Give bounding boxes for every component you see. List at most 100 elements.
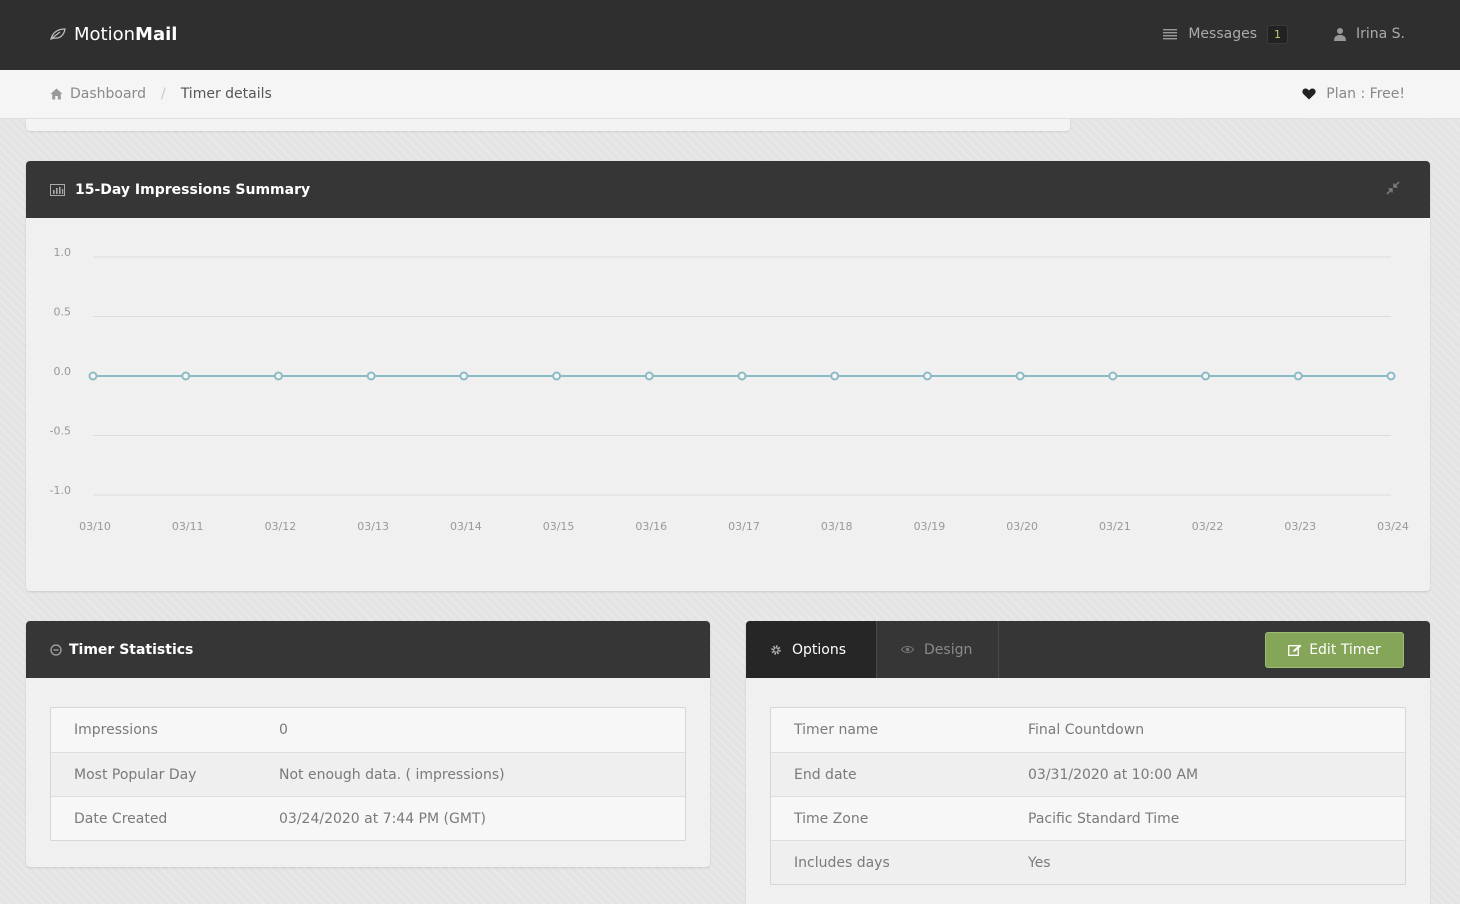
- collapsed-panel-edge: [26, 119, 1070, 131]
- breadcrumb: Dashboard / Timer details: [50, 86, 272, 102]
- messages-label: Messages: [1188, 26, 1257, 42]
- timer-options-panel: Options Design Edit Timer Timer name Fin…: [746, 621, 1430, 904]
- data-point[interactable]: [1293, 371, 1303, 381]
- edit-timer-label: Edit Timer: [1309, 642, 1381, 658]
- y-tick-label: 0.0: [54, 365, 72, 378]
- option-value: Pacific Standard Time: [1028, 810, 1180, 827]
- table-row: Timer name Final Countdown: [771, 708, 1405, 752]
- x-tick-label: 03/24: [1377, 520, 1409, 533]
- table-row: Includes days Yes: [771, 840, 1405, 884]
- data-point[interactable]: [459, 371, 469, 381]
- x-tick-label: 03/15: [543, 520, 575, 533]
- leaf-icon: [50, 28, 66, 40]
- data-point[interactable]: [88, 371, 98, 381]
- data-point[interactable]: [1201, 371, 1211, 381]
- x-tick-label: 03/11: [172, 520, 204, 533]
- option-value: Final Countdown: [1028, 722, 1145, 738]
- options-tabs: Options Design: [746, 621, 999, 678]
- data-point[interactable]: [181, 371, 191, 381]
- tab-design-label: Design: [924, 641, 973, 658]
- impressions-panel-header: 15-Day Impressions Summary: [26, 161, 1430, 218]
- option-label: Timer name: [794, 722, 879, 738]
- impressions-line-chart: 1.0 0.5 0.0 -0.5 -1.0 03/10 03/11 03/12 03/13 03/…: [50, 246, 1409, 533]
- stat-label: Impressions: [74, 722, 158, 738]
- tab-options-label: Options: [792, 641, 847, 658]
- messages-link[interactable]: Messages 1: [1162, 24, 1288, 44]
- y-tick-label: 1.0: [54, 246, 72, 259]
- timer-statistics-panel: Timer Statistics Impressions 0 Most Popu…: [26, 621, 710, 867]
- stat-value: Not enough data. ( impressions): [279, 766, 505, 783]
- collapse-icon[interactable]: [1386, 181, 1400, 195]
- home-icon: [50, 88, 63, 100]
- data-point[interactable]: [922, 371, 932, 381]
- x-tick-label: 03/17: [728, 520, 760, 533]
- timer-options-header: Options Design Edit Timer: [746, 621, 1430, 678]
- option-value: 03/31/2020 at 10:00 AM: [1028, 766, 1199, 783]
- clock-icon: [50, 643, 62, 656]
- y-tick-label: -1.0: [50, 484, 71, 497]
- x-tick-label: 03/12: [265, 520, 297, 533]
- breadcrumb-separator: /: [160, 86, 166, 102]
- x-tick-label: 03/22: [1192, 520, 1224, 533]
- breadcrumb-current: Timer details: [180, 86, 272, 102]
- bar-chart-icon: [50, 183, 65, 196]
- table-row: Date Created 03/24/2020 at 7:44 PM (GMT): [51, 796, 685, 840]
- breadcrumb-bar: Dashboard / Timer details Plan : Free!: [0, 70, 1460, 119]
- x-tick-label: 03/19: [914, 520, 946, 533]
- data-point[interactable]: [366, 371, 376, 381]
- user-icon: [1333, 28, 1346, 41]
- timer-statistics-table: Impressions 0 Most Popular Day Not enoug…: [50, 707, 686, 841]
- eye-icon: [901, 645, 914, 654]
- edit-icon: [1288, 644, 1302, 656]
- data-point[interactable]: [273, 371, 283, 381]
- tab-options[interactable]: Options: [746, 621, 877, 678]
- plan-indicator[interactable]: Plan : Free!: [1302, 86, 1405, 102]
- impressions-summary-panel: 15-Day Impressions Summary 1.0 0.5 0.0 -0.5…: [26, 161, 1430, 591]
- y-tick-label: -0.5: [50, 425, 71, 438]
- gear-icon: [771, 644, 781, 655]
- edit-timer-button[interactable]: Edit Timer: [1265, 632, 1404, 668]
- list-icon: [1163, 29, 1178, 40]
- data-point[interactable]: [1386, 371, 1396, 381]
- data-point[interactable]: [644, 371, 654, 381]
- impressions-chart: 1.0 0.5 0.0 -0.5 -1.0 03/10 03/11 03/12 03/13 03/…: [26, 218, 1430, 591]
- x-tick-label: 03/21: [1099, 520, 1131, 533]
- stat-value: 03/24/2020 at 7:44 PM (GMT): [279, 810, 486, 827]
- data-point[interactable]: [1108, 371, 1118, 381]
- user-name: Irina S.: [1355, 26, 1405, 42]
- table-row: Most Popular Day Not enough data. ( impr…: [51, 752, 685, 796]
- timer-statistics-title: Timer Statistics: [69, 641, 194, 658]
- y-tick-label: 0.5: [54, 306, 72, 319]
- option-label: Time Zone: [794, 810, 869, 827]
- heart-icon: [1302, 88, 1316, 100]
- data-point[interactable]: [552, 371, 562, 381]
- impressions-panel-title: 15-Day Impressions Summary: [75, 181, 311, 198]
- x-tick-label: 03/10: [79, 520, 111, 533]
- x-tick-label: 03/14: [450, 520, 482, 533]
- option-label: End date: [794, 766, 857, 783]
- option-label: Includes days: [794, 854, 890, 871]
- table-row: Time Zone Pacific Standard Time: [771, 796, 1405, 840]
- stat-value: 0: [279, 722, 288, 738]
- brand-name-light: Motion: [74, 23, 136, 45]
- timer-options-table: Timer name Final Countdown End date 03/3…: [770, 707, 1406, 885]
- option-value: Yes: [1028, 854, 1051, 871]
- data-point[interactable]: [737, 371, 747, 381]
- data-point[interactable]: [1015, 371, 1025, 381]
- breadcrumb-dashboard-link[interactable]: Dashboard: [50, 86, 146, 102]
- table-row: End date 03/31/2020 at 10:00 AM: [771, 752, 1405, 796]
- x-tick-label: 03/20: [1006, 520, 1038, 533]
- brand-logo[interactable]: Motion Mail: [50, 22, 177, 46]
- breadcrumb-home-label: Dashboard: [70, 86, 146, 102]
- messages-count-badge: 1: [1266, 24, 1288, 44]
- data-point[interactable]: [830, 371, 840, 381]
- tab-design[interactable]: Design: [877, 621, 999, 678]
- x-tick-label: 03/13: [357, 520, 389, 533]
- stat-label: Date Created: [74, 810, 168, 827]
- user-menu[interactable]: Irina S.: [1333, 26, 1405, 42]
- timer-statistics-header: Timer Statistics: [26, 621, 710, 678]
- x-tick-label: 03/18: [821, 520, 853, 533]
- table-row: Impressions 0: [51, 708, 685, 752]
- x-tick-label: 03/16: [635, 520, 667, 533]
- brand-name-bold: Mail: [135, 23, 178, 45]
